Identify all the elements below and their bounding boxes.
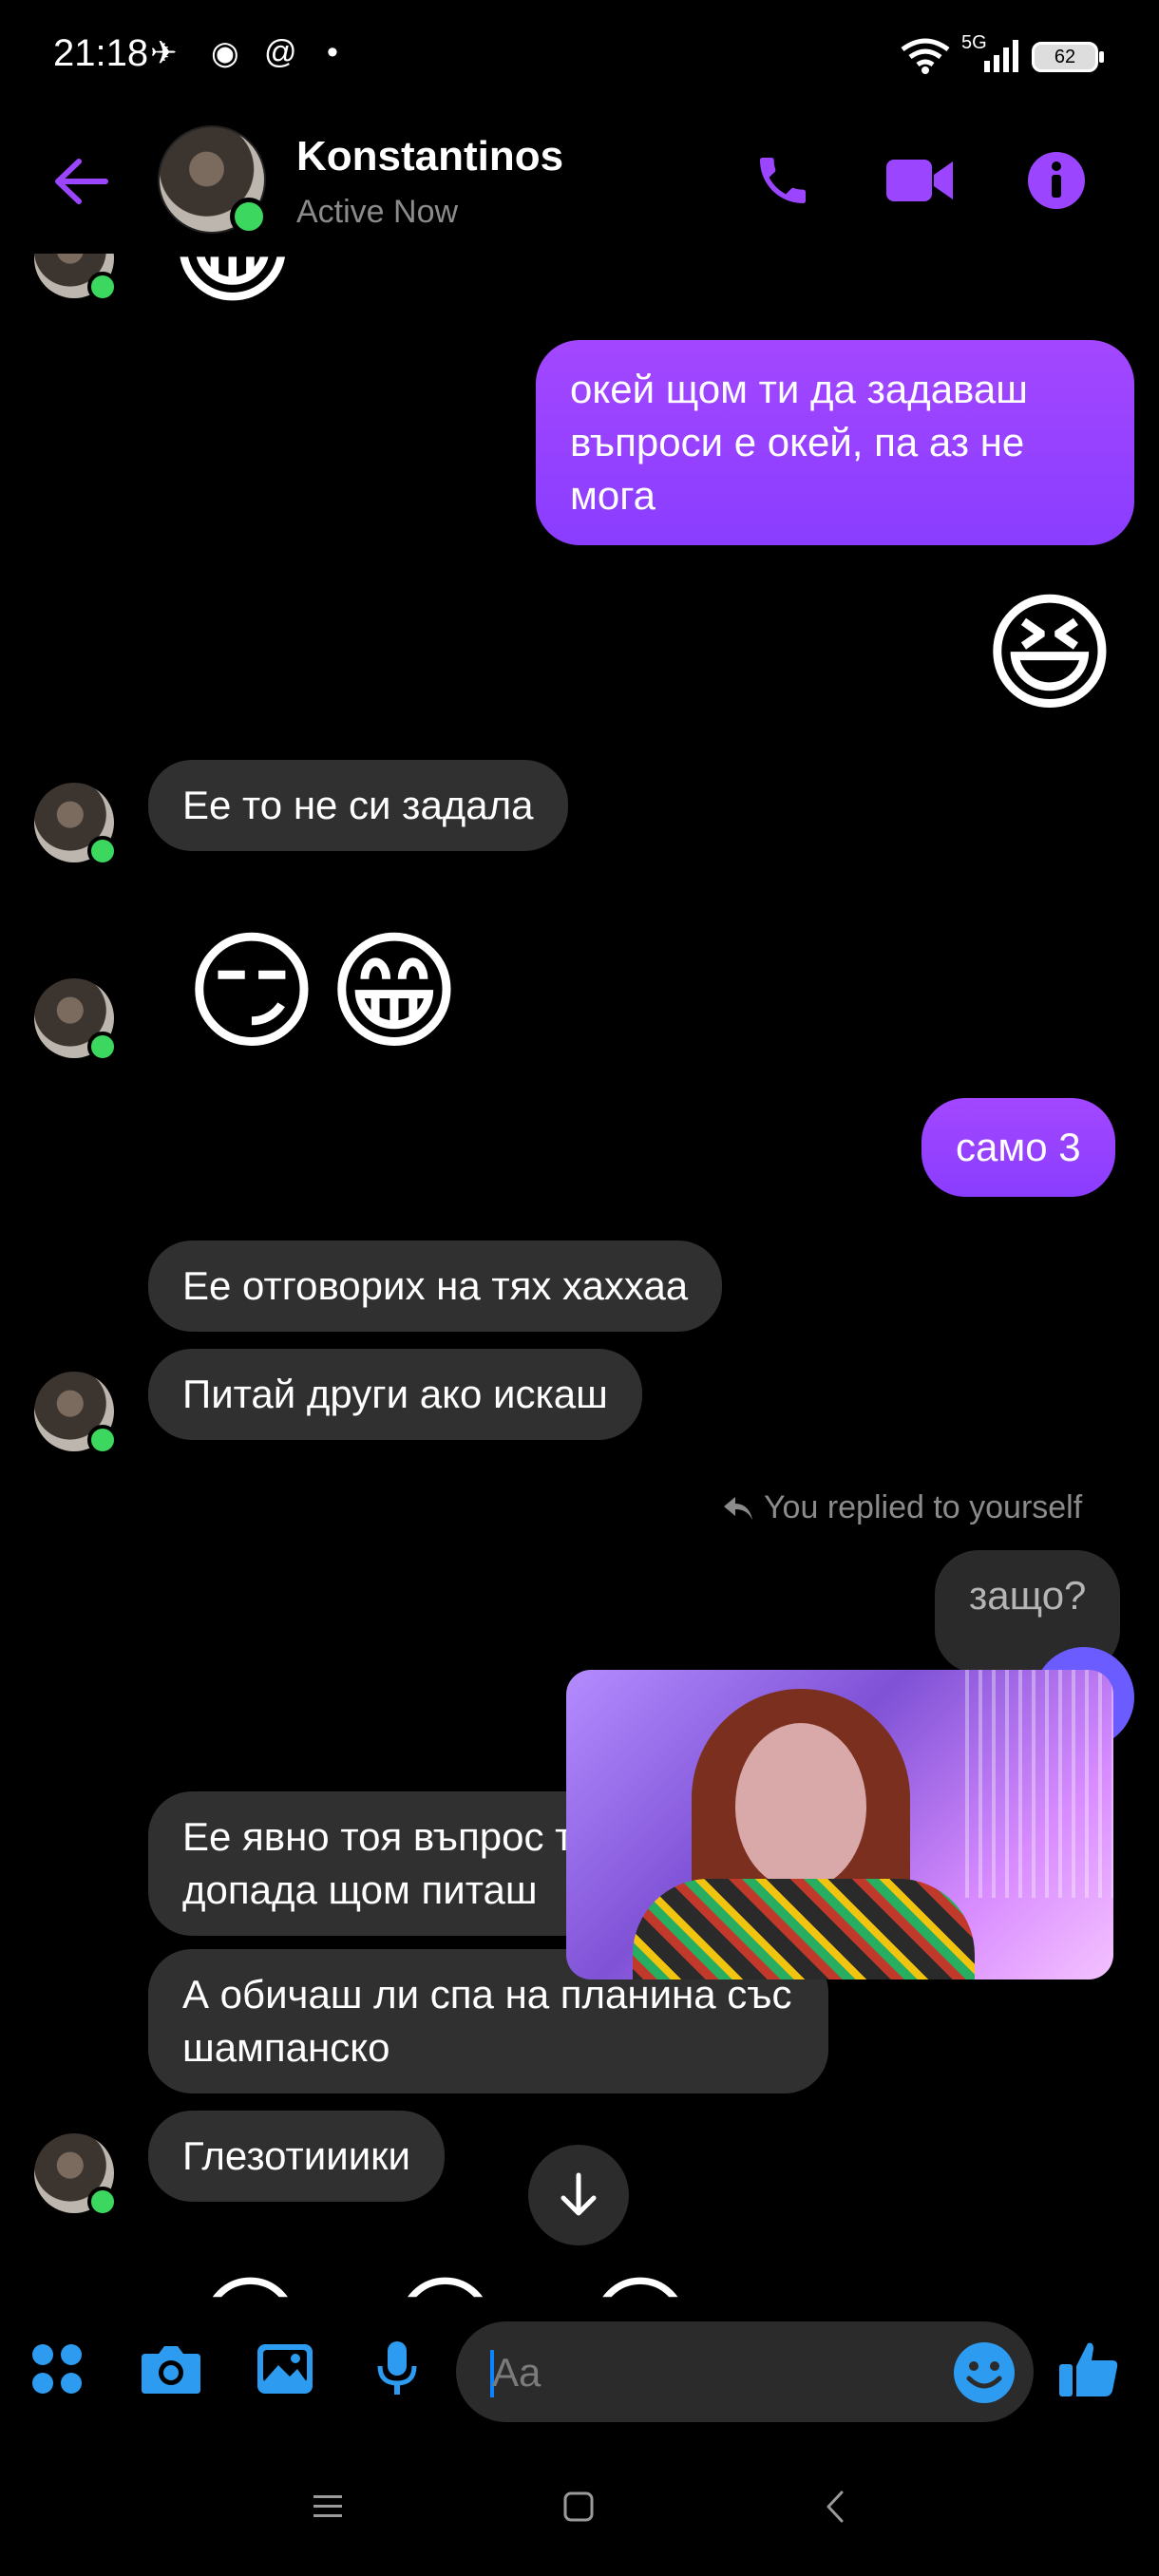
outgoing-message[interactable]: само 3 (922, 1098, 1115, 1197)
grid-icon (32, 2344, 82, 2394)
menu-icon (314, 2495, 342, 2517)
message-input-box[interactable] (456, 2321, 1034, 2422)
reply-note: You replied to yourself (722, 1489, 1082, 1526)
incoming-emoji[interactable]: 😏 (184, 927, 319, 1056)
chevron-left-icon (826, 2491, 844, 2523)
outgoing-message[interactable]: окей щом ти да задаваш въпроси е окей, п… (536, 340, 1134, 545)
phone-icon (760, 158, 806, 203)
video-person-face (735, 1723, 866, 1890)
battery-indicator: 62 (1032, 42, 1104, 72)
info-button[interactable] (1018, 142, 1094, 218)
image-icon (257, 2344, 313, 2394)
reply-icon (724, 1496, 752, 1520)
signal-icon (984, 40, 1018, 72)
threads-icon: @ (264, 34, 297, 70)
incoming-message[interactable]: Ее отговорих на тях хаххаа (148, 1241, 723, 1332)
home-square-icon (563, 2491, 594, 2522)
video-background-decor (965, 1670, 1113, 1898)
like-button[interactable] (1051, 2331, 1127, 2407)
contact-name[interactable]: Konstantinos (296, 133, 563, 180)
incoming-message[interactable]: Ее то не си задала (148, 760, 568, 851)
video-overlay[interactable] (566, 1670, 1113, 1979)
message-input[interactable] (490, 2342, 931, 2403)
outgoing-emoji[interactable]: 😆 (982, 589, 1117, 718)
incoming-emoji[interactable]: 😁 (327, 927, 462, 1056)
thumbs-up-icon (1059, 2342, 1118, 2396)
notification-icon: ✈ (150, 35, 178, 71)
video-call-button[interactable] (882, 142, 958, 218)
online-indicator (87, 272, 118, 302)
contact-status: Active Now (296, 194, 459, 230)
back-button[interactable] (48, 148, 114, 215)
microphone-icon (377, 2341, 417, 2395)
status-time: 21:18 (53, 32, 149, 74)
incoming-message[interactable]: Питай други ако искаш (148, 1349, 642, 1440)
online-indicator (87, 1032, 118, 1062)
home-nav-button[interactable] (545, 2473, 612, 2540)
reddit-icon: ◉ (211, 35, 239, 71)
back-nav-button[interactable] (802, 2473, 868, 2540)
arrow-down-icon (560, 2172, 597, 2216)
wifi-icon (901, 38, 950, 74)
scroll-to-bottom-button[interactable] (528, 2145, 629, 2245)
voice-message-button[interactable] (359, 2331, 435, 2407)
back-arrow-icon (55, 159, 108, 204)
online-indicator (87, 1425, 118, 1455)
online-indicator (87, 2187, 118, 2217)
emoji-picker-icon[interactable] (952, 2340, 1016, 2405)
dot-icon: • (327, 34, 338, 70)
voice-call-button[interactable] (745, 142, 821, 218)
status-bar: 21:18 ✈ ◉ @ • 5G 62 (0, 0, 1159, 114)
video-camera-icon (886, 160, 953, 201)
menu-nav-button[interactable] (294, 2473, 361, 2540)
camera-icon (142, 2346, 200, 2394)
video-person-shirt (633, 1879, 975, 1979)
more-actions-button[interactable] (19, 2331, 95, 2407)
online-indicator (87, 836, 118, 866)
camera-button[interactable] (133, 2331, 209, 2407)
online-indicator (230, 198, 268, 236)
gallery-button[interactable] (247, 2331, 323, 2407)
info-icon (1028, 152, 1085, 209)
incoming-message[interactable]: Глезотииики (148, 2111, 446, 2202)
